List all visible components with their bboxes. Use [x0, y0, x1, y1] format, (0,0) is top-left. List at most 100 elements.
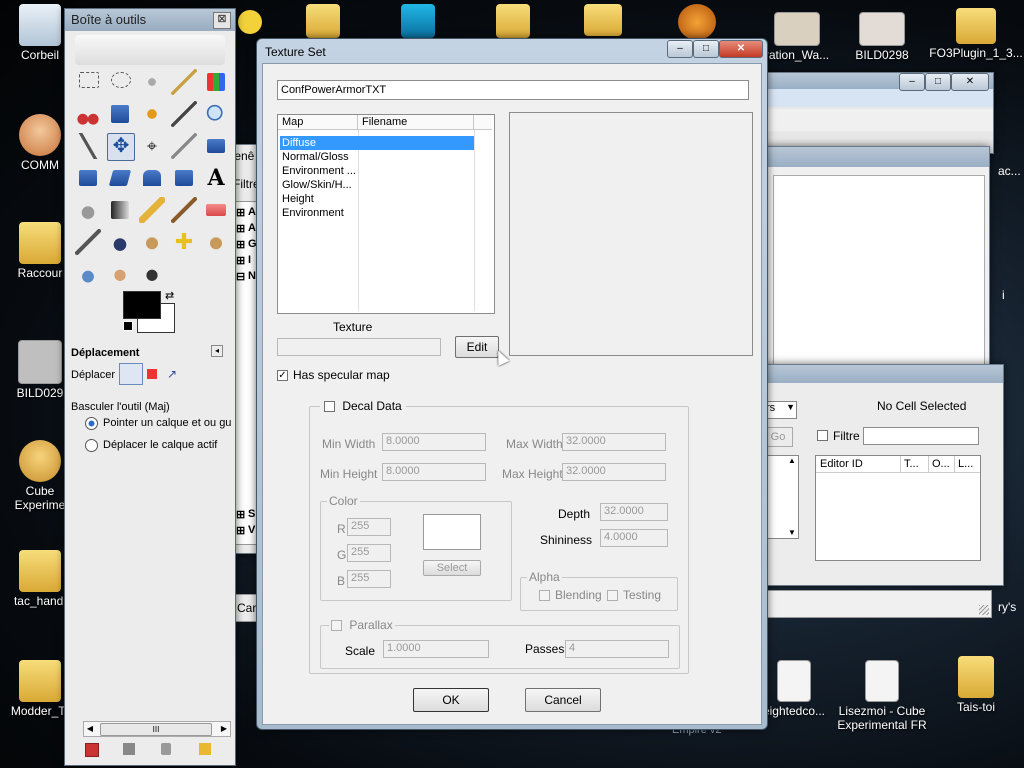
measure-icon[interactable]	[75, 133, 101, 159]
ellipse-select-icon[interactable]	[111, 72, 131, 88]
passes-input[interactable]: 4	[565, 640, 669, 658]
column-header-map[interactable]: Map	[278, 115, 358, 130]
map-list[interactable]: Map Filename Diffuse Normal/Gloss Enviro…	[277, 114, 495, 314]
desktop-icon-fo3plugin[interactable]: FO3Plugin_1_3...	[928, 8, 1024, 60]
select-by-color-icon[interactable]	[207, 73, 225, 91]
b-spinner[interactable]: 255	[347, 570, 391, 588]
save-options-icon[interactable]	[85, 743, 99, 757]
testing-checkbox[interactable]	[607, 590, 618, 601]
text-icon[interactable]: A	[203, 165, 229, 191]
worldspace-dropdown[interactable]: rs ▼	[763, 401, 797, 419]
pencil-icon[interactable]	[139, 197, 165, 223]
move-icon[interactable]: ✥	[107, 133, 135, 161]
radio-active-layer[interactable]	[85, 439, 98, 452]
max-height-input[interactable]: 32.0000	[562, 463, 666, 481]
clone-icon[interactable]	[139, 229, 165, 255]
resize-grip-icon[interactable]	[979, 605, 989, 615]
horizontal-scrollbar[interactable]: ◀ III ▶	[83, 721, 231, 737]
scrollbar-up-icon[interactable]: ▲	[788, 456, 798, 466]
move-layer-mode-button[interactable]	[119, 363, 143, 385]
move-path-mode-button[interactable]: ↗	[167, 367, 177, 381]
max-width-input[interactable]: 32.0000	[562, 433, 666, 451]
foreground-color-swatch[interactable]	[123, 291, 161, 319]
scale-icon[interactable]	[79, 170, 97, 186]
cancel-button[interactable]: Cancel	[525, 688, 601, 712]
depth-input[interactable]: 32.0000	[600, 503, 668, 521]
tree-collapse-icon[interactable]: ⊟	[236, 270, 245, 283]
zoom-icon[interactable]	[203, 101, 229, 127]
desktop-icon-half-life[interactable]	[672, 4, 722, 42]
close-icon[interactable]: ✕	[951, 73, 989, 91]
scrollbar-down-icon[interactable]: ▼	[788, 528, 798, 538]
smudge-icon[interactable]	[107, 261, 133, 287]
column-header-extra[interactable]	[474, 115, 492, 130]
crop-icon[interactable]	[171, 133, 197, 159]
desktop-icon-folder-top-1[interactable]	[300, 4, 346, 40]
color-picker-icon[interactable]	[171, 101, 197, 127]
move-selection-mode-button[interactable]	[147, 369, 157, 379]
dodge-burn-icon[interactable]	[139, 261, 165, 287]
map-row-environment[interactable]: Environment	[280, 206, 474, 220]
free-select-icon[interactable]	[139, 69, 165, 95]
paintbrush-icon[interactable]	[171, 197, 197, 223]
shininess-input[interactable]: 4.0000	[600, 529, 668, 547]
texture-path-input[interactable]	[277, 338, 441, 356]
perspective-clone-icon[interactable]	[203, 229, 229, 255]
min-height-input[interactable]: 8.0000	[382, 463, 486, 481]
map-row-normal-gloss[interactable]: Normal/Gloss	[280, 150, 474, 164]
default-colors-icon[interactable]	[123, 321, 133, 331]
minimize-button[interactable]: –	[667, 40, 693, 58]
map-row-diffuse[interactable]: Diffuse	[280, 136, 474, 150]
texture-set-name-input[interactable]: ConfPowerArmorTXT	[277, 80, 749, 100]
desktop-icon-folder-top-4[interactable]	[580, 4, 626, 38]
column-header-filename[interactable]: Filename	[358, 115, 474, 130]
map-row-glow-skin[interactable]: Glow/Skin/H...	[280, 178, 474, 192]
col-l[interactable]: L...	[954, 456, 980, 473]
heal-icon[interactable]: ✚	[171, 229, 197, 255]
restore-options-icon[interactable]	[123, 743, 135, 755]
scissors-icon[interactable]	[75, 101, 101, 127]
col-editor-id[interactable]: Editor ID	[816, 456, 901, 473]
tree-expand-icon[interactable]: ⊞	[236, 238, 245, 251]
flip-icon[interactable]	[175, 170, 193, 186]
fuzzy-select-icon[interactable]	[171, 69, 197, 95]
filter-checkbox[interactable]	[817, 430, 828, 441]
blend-icon[interactable]	[111, 201, 129, 219]
bucket-fill-icon[interactable]	[75, 197, 101, 223]
reset-options-icon[interactable]	[199, 743, 211, 755]
align-icon[interactable]: ⌖	[139, 133, 165, 159]
desktop-icon-folder-top-3[interactable]	[490, 4, 536, 40]
delete-options-icon[interactable]	[161, 743, 171, 755]
paths-icon[interactable]	[139, 101, 165, 127]
maximize-icon[interactable]: □	[925, 73, 951, 91]
maximize-button[interactable]: □	[693, 40, 719, 58]
map-row-environment-mask[interactable]: Environment ...	[280, 164, 474, 178]
parallax-checkbox[interactable]	[331, 620, 342, 632]
close-button[interactable]: ✕	[719, 40, 763, 58]
airbrush-icon[interactable]	[75, 229, 101, 255]
min-width-input[interactable]: 8.0000	[382, 433, 486, 451]
scrollbar-left-icon[interactable]: ◀	[84, 722, 96, 736]
tree-expand-icon[interactable]: ⊞	[236, 254, 245, 267]
decal-data-checkbox[interactable]	[324, 401, 335, 413]
eraser-icon[interactable]	[206, 204, 226, 216]
tree-expand-icon[interactable]: ⊞	[236, 508, 245, 521]
blending-checkbox[interactable]	[539, 590, 550, 601]
tree-expand-icon[interactable]: ⊞	[236, 206, 245, 219]
foreground-select-icon[interactable]	[111, 105, 129, 123]
minimize-icon[interactable]: –	[899, 73, 925, 91]
select-color-button[interactable]: Select	[423, 560, 481, 576]
desktop-icon-tais-toi[interactable]: Tais-toi	[936, 656, 1016, 714]
rect-select-icon[interactable]	[79, 72, 99, 88]
desktop-icon-folder-top-2[interactable]	[395, 4, 441, 40]
col-o[interactable]: O...	[928, 456, 955, 473]
ink-icon[interactable]	[107, 229, 133, 255]
desktop-icon-lisezmoi[interactable]: Lisezmoi - Cube Experimental FR	[834, 660, 930, 732]
close-icon[interactable]: ⊠	[213, 12, 231, 29]
rotate-icon[interactable]	[207, 139, 225, 153]
filter-input[interactable]	[863, 427, 979, 445]
panel-menu-icon[interactable]: ◂	[211, 345, 223, 357]
has-specular-checkbox[interactable]: ✓	[277, 370, 288, 381]
desktop-icon-bild0298[interactable]: BILD0298	[842, 12, 922, 62]
g-spinner[interactable]: 255	[347, 544, 391, 562]
